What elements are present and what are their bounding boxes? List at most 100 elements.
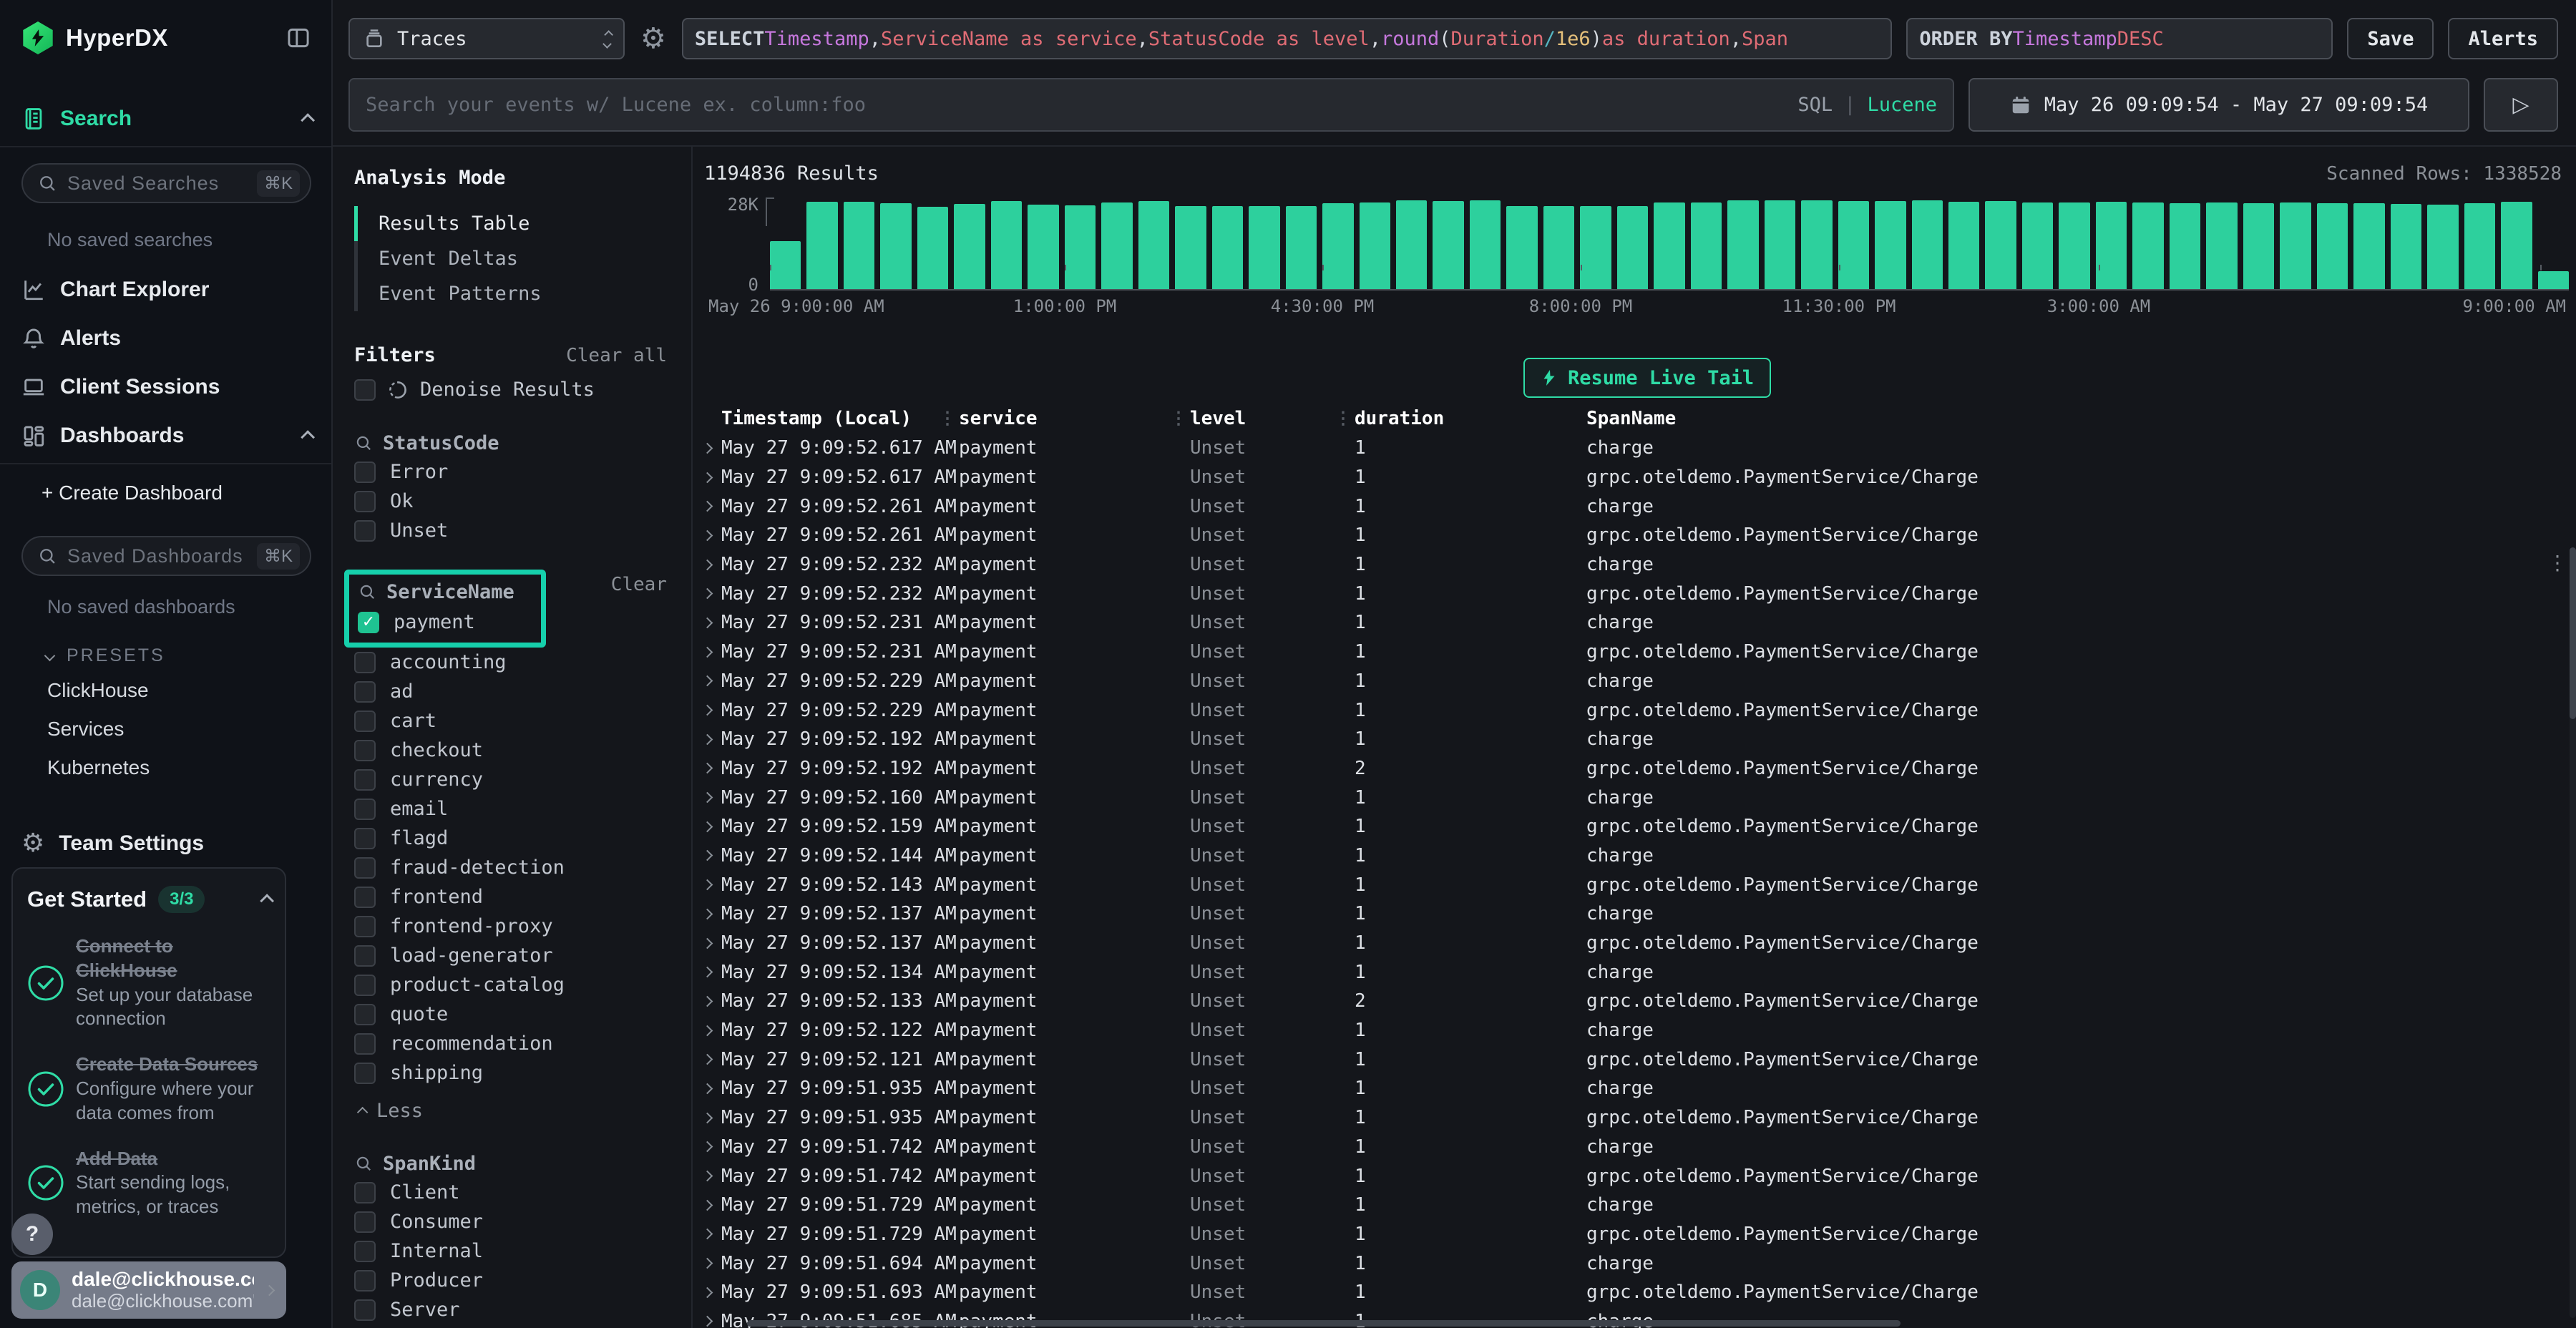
search-input[interactable]: Search your events w/ Lucene ex. column:…: [348, 78, 1954, 132]
chevron-right-icon[interactable]: [701, 763, 713, 774]
order-by-input[interactable]: ORDER BY Timestamp DESC: [1906, 18, 2333, 59]
row-expand-cell[interactable]: [693, 619, 721, 627]
row-expand-cell[interactable]: [693, 532, 721, 540]
histogram-bar[interactable]: [844, 202, 874, 289]
checkbox[interactable]: [354, 681, 376, 703]
chevron-right-icon[interactable]: [701, 1171, 713, 1182]
row-expand-cell[interactable]: [693, 851, 721, 859]
scrollbar-thumb[interactable]: [2570, 547, 2576, 719]
chevron-right-icon[interactable]: [701, 472, 713, 483]
row-expand-cell[interactable]: [693, 1172, 721, 1180]
checkbox[interactable]: [354, 462, 376, 483]
checkbox-checked[interactable]: ✓: [358, 612, 379, 633]
row-expand-cell[interactable]: [693, 968, 721, 976]
filter-checkbox-producer[interactable]: Producer: [354, 1266, 667, 1295]
sql-select-input[interactable]: SELECT Timestamp, ServiceName as service…: [682, 18, 1893, 59]
filter-checkbox-fraud-detection[interactable]: fraud-detection: [354, 853, 667, 882]
filter-checkbox-shipping[interactable]: shipping: [354, 1058, 667, 1088]
saved-searches-input[interactable]: Saved Searches ⌘K: [21, 163, 311, 203]
histogram-bar[interactable]: [2353, 203, 2384, 289]
checkbox[interactable]: [354, 1270, 376, 1292]
table-row[interactable]: May 27 9:09:52.159 AMpaymentUnset1grpc.o…: [693, 812, 2576, 841]
row-expand-cell[interactable]: [693, 706, 721, 714]
live-tail-play-button[interactable]: ▷: [2484, 78, 2558, 132]
resume-live-tail-button[interactable]: Resume Live Tail: [1523, 358, 1771, 398]
chevron-right-icon[interactable]: [701, 1229, 713, 1240]
histogram-bar[interactable]: [1028, 205, 1058, 289]
histogram-bar[interactable]: [991, 201, 1022, 289]
table-row[interactable]: May 27 9:09:52.121 AMpaymentUnset1grpc.o…: [693, 1045, 2576, 1074]
checkbox[interactable]: [354, 1004, 376, 1025]
filter-checkbox-email[interactable]: email: [354, 794, 667, 824]
table-row[interactable]: May 27 9:09:52.192 AMpaymentUnset1charge: [693, 725, 2576, 754]
histogram-bar[interactable]: [1727, 200, 1758, 289]
histogram-bar[interactable]: [1322, 203, 1353, 289]
get-started-header[interactable]: Get Started 3/3: [27, 886, 270, 913]
chevron-right-icon[interactable]: [701, 646, 713, 658]
checkbox[interactable]: [354, 379, 376, 401]
checkbox[interactable]: [354, 1211, 376, 1233]
filter-checkbox-recommendation[interactable]: recommendation: [354, 1029, 667, 1058]
histogram-bar[interactable]: [1101, 202, 1132, 289]
checkbox[interactable]: [354, 828, 376, 849]
sidebar-preset-services[interactable]: Services: [47, 715, 311, 743]
filter-checkbox-flagd[interactable]: flagd: [354, 824, 667, 853]
column-resize-handle-icon[interactable]: ⋮: [939, 411, 956, 425]
chevron-right-icon[interactable]: [701, 996, 713, 1007]
filter-checkbox-currency[interactable]: currency: [354, 765, 667, 794]
histogram-bar[interactable]: [1175, 206, 1206, 289]
chevron-right-icon[interactable]: [701, 937, 713, 949]
table-row[interactable]: May 27 9:09:52.137 AMpaymentUnset1grpc.o…: [693, 929, 2576, 958]
table-row[interactable]: May 27 9:09:51.729 AMpaymentUnset1grpc.o…: [693, 1220, 2576, 1249]
get-started-step[interactable]: Create Data SourcesConfigure where your …: [27, 1053, 270, 1125]
histogram-bar[interactable]: [806, 202, 837, 289]
table-row[interactable]: May 27 9:09:52.144 AMpaymentUnset1charge: [693, 841, 2576, 871]
table-header-duration[interactable]: ⋮duration: [1355, 408, 1586, 429]
checkbox[interactable]: [354, 945, 376, 967]
source-select[interactable]: Traces: [348, 18, 625, 59]
histogram-bar[interactable]: [1506, 206, 1537, 289]
histogram-bar[interactable]: [1470, 200, 1501, 289]
row-expand-cell[interactable]: [693, 1114, 721, 1122]
checkbox[interactable]: [354, 857, 376, 879]
filter-checkbox-checkout[interactable]: checkout: [354, 736, 667, 765]
histogram-bar[interactable]: [1212, 206, 1243, 289]
table-row[interactable]: May 27 9:09:52.192 AMpaymentUnset2grpc.o…: [693, 754, 2576, 783]
checkbox[interactable]: [354, 491, 376, 512]
chevron-right-icon[interactable]: [701, 675, 713, 687]
checkbox[interactable]: [354, 887, 376, 908]
row-expand-cell[interactable]: [693, 1259, 721, 1267]
table-row[interactable]: May 27 9:09:51.742 AMpaymentUnset1charge: [693, 1133, 2576, 1162]
save-button[interactable]: Save: [2347, 18, 2434, 59]
table-row[interactable]: May 27 9:09:52.617 AMpaymentUnset1charge: [693, 434, 2576, 463]
histogram-bar[interactable]: [2096, 202, 2127, 289]
table-row[interactable]: May 27 9:09:52.232 AMpaymentUnset1charge: [693, 550, 2576, 580]
row-expand-cell[interactable]: [693, 736, 721, 743]
table-row[interactable]: May 27 9:09:52.122 AMpaymentUnset1charge: [693, 1016, 2576, 1045]
row-expand-cell[interactable]: [693, 939, 721, 947]
sidebar-preset-clickhouse[interactable]: ClickHouse: [47, 676, 311, 705]
table-row[interactable]: May 27 9:09:52.261 AMpaymentUnset1charge: [693, 492, 2576, 521]
checkbox[interactable]: [354, 1063, 376, 1084]
filter-checkbox-server[interactable]: Server: [354, 1295, 667, 1324]
checkbox[interactable]: [354, 1241, 376, 1262]
chevron-right-icon[interactable]: [701, 879, 713, 891]
row-expand-cell[interactable]: [693, 590, 721, 597]
chevron-right-icon[interactable]: [701, 501, 713, 512]
histogram-bar[interactable]: [2022, 202, 2053, 289]
row-expand-cell[interactable]: [693, 910, 721, 918]
chevron-right-icon[interactable]: [701, 588, 713, 600]
histogram-bar[interactable]: [1617, 206, 1648, 289]
checkbox[interactable]: [354, 975, 376, 996]
row-expand-cell[interactable]: [693, 1055, 721, 1063]
column-resize-handle-icon[interactable]: ⋮: [1335, 411, 1352, 425]
row-expand-cell[interactable]: [693, 444, 721, 452]
checkbox[interactable]: [354, 1299, 376, 1321]
table-header-service[interactable]: ⋮service: [959, 408, 1190, 429]
sidebar-item-dashboards[interactable]: Dashboards: [21, 416, 311, 456]
chevron-right-icon[interactable]: [701, 821, 713, 833]
histogram-bar[interactable]: [1286, 206, 1317, 289]
row-expand-cell[interactable]: [693, 764, 721, 772]
row-expand-cell[interactable]: [693, 677, 721, 685]
user-account-chip[interactable]: D dale@clickhouse.com dale@clickhouse.co…: [11, 1261, 286, 1319]
